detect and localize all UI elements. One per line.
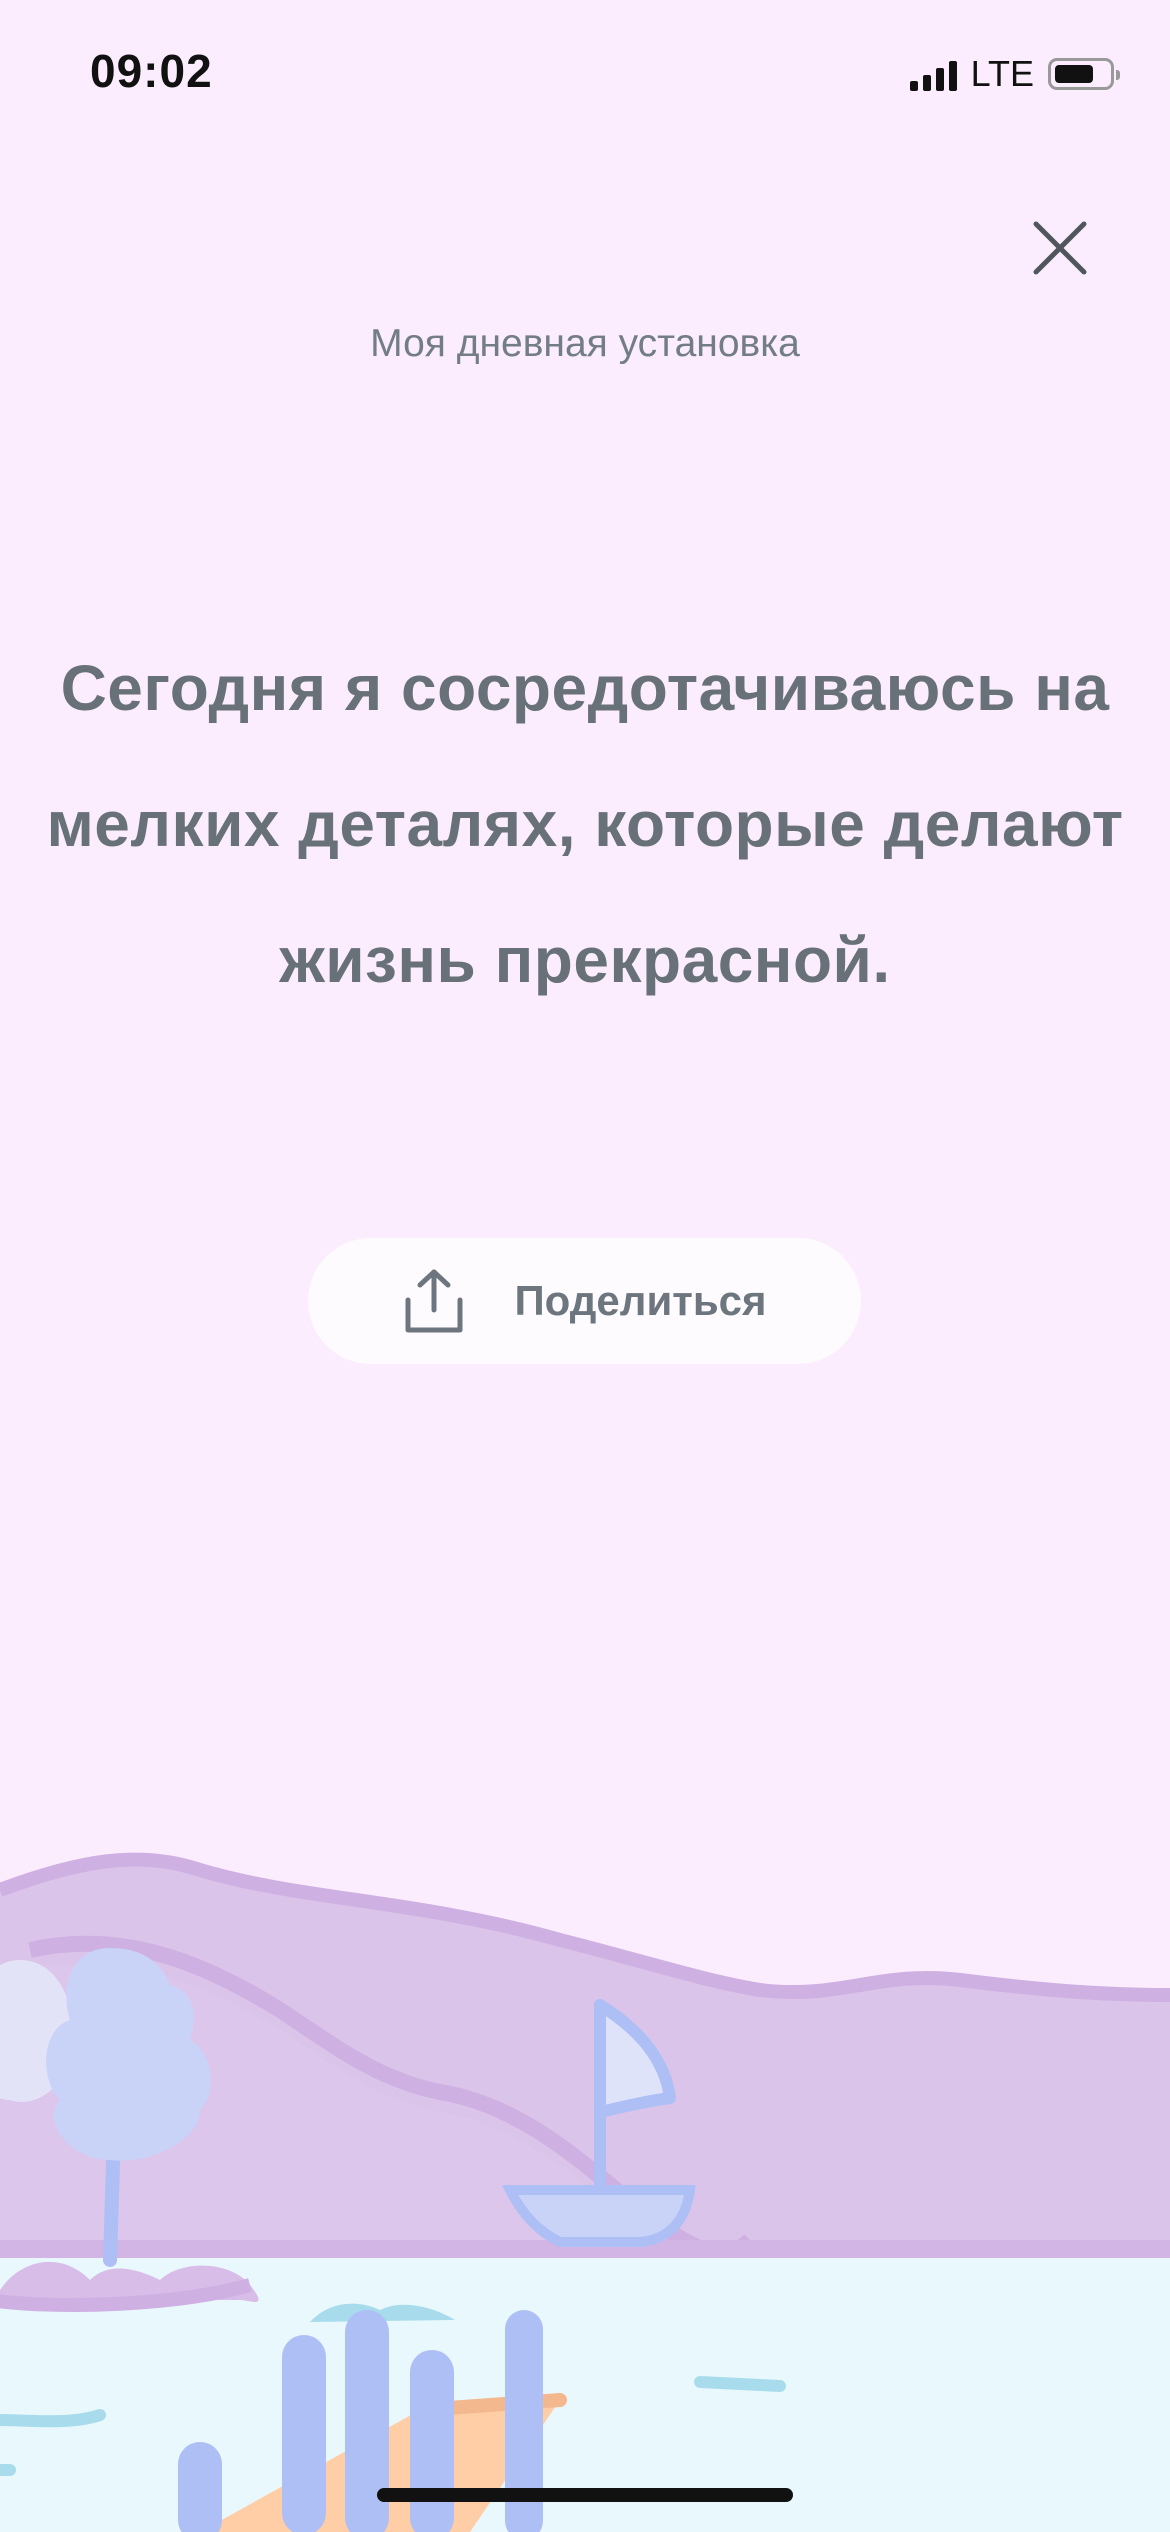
share-icon — [405, 1269, 463, 1333]
status-bar: 09:02 LTE — [0, 0, 1170, 150]
page-subtitle: Моя дневная установка — [370, 322, 800, 365]
status-icons: LTE — [909, 53, 1120, 94]
close-icon — [1033, 221, 1087, 275]
battery-icon — [1048, 58, 1120, 90]
share-button[interactable]: Поделиться — [308, 1238, 861, 1364]
status-time: 09:02 — [90, 45, 213, 97]
network-type: LTE — [970, 53, 1034, 94]
affirmation-text: Сегодня я сосредотачиваюсь на мелких дет… — [46, 652, 1124, 996]
close-button[interactable] — [1030, 218, 1090, 278]
share-label: Поделиться — [514, 1277, 767, 1324]
signal-icon — [909, 57, 957, 91]
home-indicator[interactable] — [377, 2488, 793, 2502]
landscape-illustration — [0, 1852, 1170, 2532]
